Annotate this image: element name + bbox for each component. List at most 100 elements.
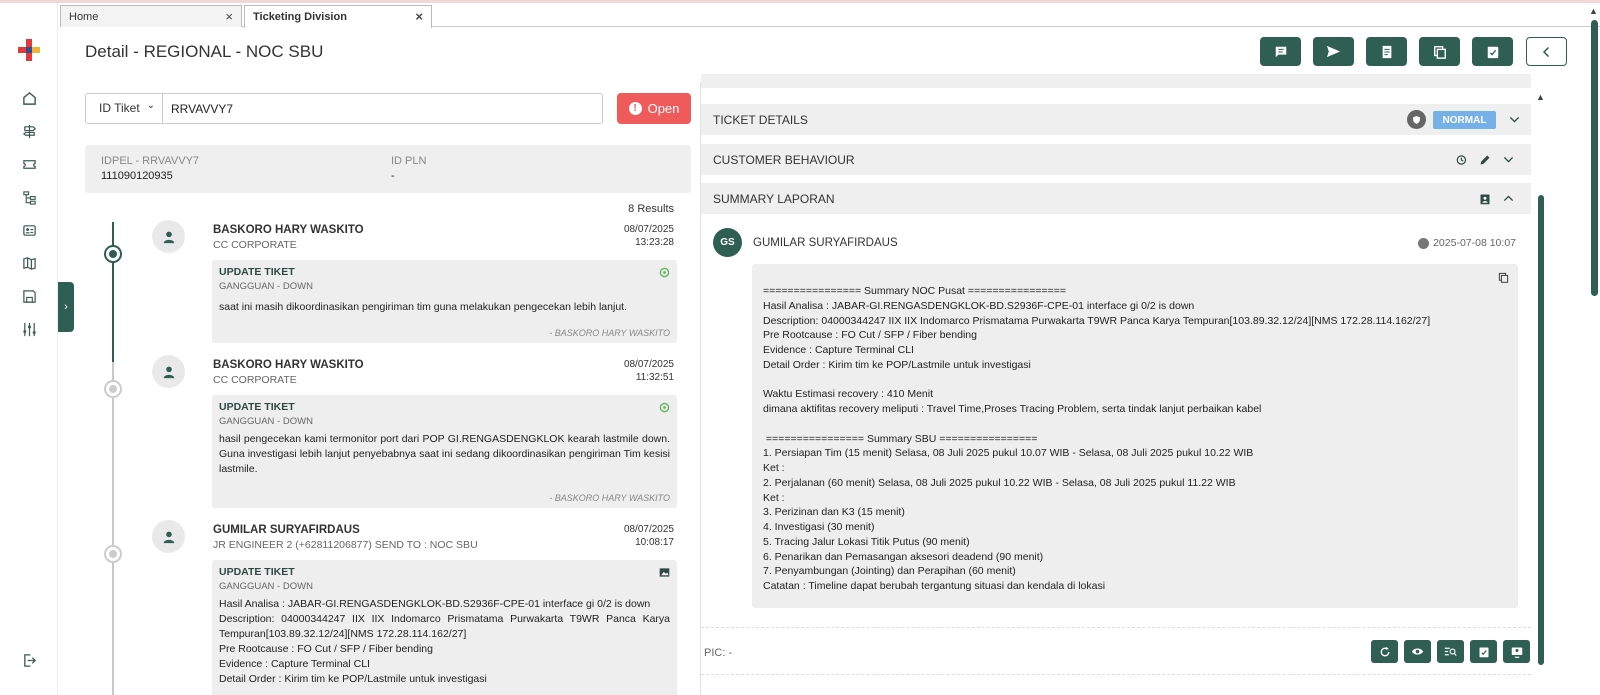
summary-line: Waktu Estimasi recovery : 410 Menit: [763, 388, 933, 401]
page-scroll-up-arrow-icon[interactable]: ▲: [1589, 6, 1598, 16]
scroll-up-arrow-icon[interactable]: ▲: [1536, 92, 1545, 102]
summary-timestamp: 2025-07-08 10:07: [1418, 237, 1516, 249]
summary-line: 6. Penarikan dan Pemasangan aksesori dea…: [763, 550, 1044, 563]
timeline-dot: [104, 245, 122, 263]
collapsed-section-edge: [701, 74, 1531, 88]
eye-icon: [1411, 648, 1424, 655]
clock-icon: [1418, 237, 1430, 249]
card-body: saat ini masih dikoordinasikan pengirima…: [219, 301, 627, 313]
document-icon: [1382, 45, 1391, 58]
status-open-button[interactable]: ! Open: [617, 93, 691, 124]
chevron-down-icon: ⌄: [146, 100, 155, 111]
send-icon: [1326, 45, 1341, 58]
assign-button[interactable]: [1503, 640, 1530, 663]
summary-laporan-title: SUMMARY LAPORAN: [713, 192, 835, 206]
logout-icon[interactable]: [20, 651, 38, 669]
chevron-down-icon[interactable]: [1507, 112, 1522, 127]
map-icon[interactable]: [20, 254, 38, 272]
timeline-card: UPDATE TIKET GANGGUAN - DOWN saat ini ma…: [212, 260, 677, 343]
refresh-icon: [1380, 646, 1389, 656]
refresh-button[interactable]: [1371, 640, 1398, 663]
card-body: Hasil Analisa : JABAR-GI.RENGASDENGKLOK-…: [219, 598, 670, 685]
summary-line: ================ Summary NOC Pusat =====…: [763, 285, 1066, 297]
customer-behaviour-title: CUSTOMER BEHAVIOUR: [713, 153, 855, 167]
clipboard-check-button[interactable]: [1472, 37, 1513, 66]
tab-ticketing-division[interactable]: Ticketing Division ×: [244, 5, 432, 28]
clipboard-user-icon[interactable]: [1477, 191, 1492, 206]
report-button[interactable]: [1366, 37, 1407, 66]
edit-icon[interactable]: [1477, 152, 1492, 167]
card-title: UPDATE TIKET: [219, 401, 295, 413]
chevron-down-icon[interactable]: [1501, 152, 1516, 167]
sidebar-expand-toggle[interactable]: ›: [58, 282, 74, 332]
timeline-card: UPDATE TIKET GANGGUAN - DOWN hasil penge…: [212, 395, 677, 508]
card-signature: - BASKORO HARY WASKITO: [549, 493, 670, 503]
home-icon[interactable]: [20, 89, 38, 107]
entry-role: CC CORPORATE: [213, 239, 297, 251]
summary-line: dimana aktifitas recovery meliputi : Tra…: [763, 403, 1262, 415]
ticket-history-panel: ID Tiket ⌄ ! Open IDPEL - RRVAVVY7 11109…: [74, 82, 700, 695]
hierarchy-icon[interactable]: [20, 188, 38, 206]
approve-button[interactable]: [1470, 640, 1497, 663]
entry-timestamp: 08/07/2025 10:08:17: [624, 523, 674, 549]
divider: [701, 627, 1531, 628]
summary-line: 4. Investigasi (30 menit): [763, 521, 875, 533]
ticket-details-header[interactable]: TICKET DETAILS NORMAL: [701, 104, 1531, 135]
entry-time: 10:08:17: [635, 537, 674, 548]
copy-icon: [1433, 45, 1446, 59]
whatsapp-icon: [658, 266, 670, 278]
alert-icon: !: [628, 102, 642, 115]
clipboard-check-icon: [1487, 46, 1498, 58]
chat-icon: [1275, 46, 1286, 57]
signpost-icon[interactable]: [20, 122, 38, 140]
back-button[interactable]: [1526, 37, 1567, 66]
settings-sliders-icon[interactable]: [20, 320, 38, 338]
list-search-icon: [1444, 647, 1457, 656]
card-subtitle: GANGGUAN - DOWN: [219, 416, 313, 427]
entry-author: BASKORO HARY WASKITO: [213, 224, 364, 236]
tab-home[interactable]: Home ×: [60, 5, 242, 27]
summary-line: Hasil Analisa : JABAR-GI.RENGASDENGKLOK-…: [763, 299, 1195, 312]
summary-line: [763, 417, 1478, 432]
image-icon[interactable]: [658, 566, 670, 578]
id-card-icon[interactable]: [20, 221, 38, 239]
summary-line: Pre Rootcause : FO Cut / SFP / Fiber ben…: [763, 329, 977, 342]
view-button[interactable]: [1404, 640, 1431, 663]
avatar: GS: [713, 228, 742, 257]
tab-ticketing-close-icon[interactable]: ×: [415, 9, 423, 24]
chevron-up-icon[interactable]: [1501, 191, 1516, 206]
copy-icon[interactable]: [1498, 272, 1509, 283]
save-icon[interactable]: [20, 287, 38, 305]
card-subtitle: GANGGUAN - DOWN: [219, 581, 313, 592]
summary-line: 3. Perizinan dan K3 (15 menit): [763, 506, 905, 519]
entry-author: GUMILAR SURYAFIRDAUS: [213, 524, 360, 536]
ticket-icon[interactable]: [20, 155, 38, 173]
chat-button[interactable]: [1260, 37, 1301, 66]
summary-line: 1. Persiapan Tim (15 menit) Selasa, 08 J…: [763, 447, 1254, 460]
pic-label: PIC:: [704, 647, 726, 659]
search-list-button[interactable]: [1437, 640, 1464, 663]
summary-line: Evidence : Capture Terminal CLI: [763, 344, 914, 356]
detail-panel-scrollbar[interactable]: [1538, 195, 1544, 665]
page-scrollbar[interactable]: [1591, 20, 1598, 296]
tab-home-close-icon[interactable]: ×: [225, 9, 233, 24]
summary-laporan-header[interactable]: SUMMARY LAPORAN: [701, 183, 1531, 214]
entry-role: JR ENGINEER 2 (+62811206877) SEND TO : N…: [213, 539, 478, 551]
copy-button[interactable]: [1419, 37, 1460, 66]
pic-field: PIC: -: [704, 647, 732, 659]
search-input[interactable]: [171, 94, 591, 123]
summary-line: Ket :: [763, 462, 785, 474]
tab-bar: Home × Ticketing Division ×: [60, 3, 1600, 28]
summary-text: ================ Summary NOC Pusat =====…: [763, 284, 1478, 594]
card-title: UPDATE TIKET: [219, 566, 295, 578]
customer-behaviour-header[interactable]: CUSTOMER BEHAVIOUR: [701, 144, 1531, 175]
history-icon[interactable]: [1453, 152, 1468, 167]
tab-ticketing-label: Ticketing Division: [253, 11, 347, 23]
send-button[interactable]: [1313, 37, 1354, 66]
entry-timestamp: 08/07/2025 13:23:28: [624, 223, 674, 249]
tab-home-label: Home: [69, 11, 99, 23]
summary-line: 2. Perjalanan (60 menit) Selasa, 08 Juli…: [763, 476, 1236, 489]
idpel-value: 111090120935: [101, 170, 173, 182]
entry-author: BASKORO HARY WASKITO: [213, 359, 364, 371]
search-type-select[interactable]: ID Tiket ⌄: [86, 94, 163, 123]
